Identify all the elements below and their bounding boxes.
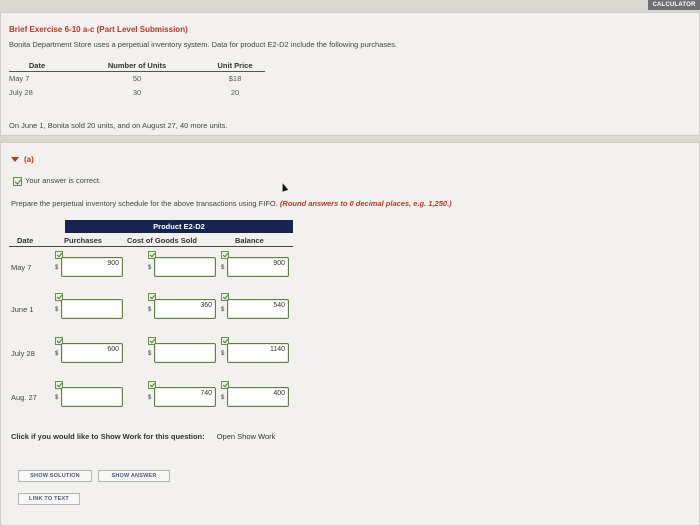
dollar-sign: $ <box>148 307 152 313</box>
dollar-sign: $ <box>55 351 59 357</box>
purchase-price: 20 <box>230 88 240 97</box>
dollar-sign: $ <box>148 351 152 357</box>
header-date: Date <box>17 236 34 245</box>
purchases-input[interactable]: 900 <box>61 257 123 277</box>
header-cogs: Cost of Goods Sold <box>127 236 197 245</box>
dollar-sign: $ <box>55 307 59 313</box>
balance-input[interactable]: 1140 <box>227 343 289 363</box>
part-toggle[interactable]: (a) <box>11 155 34 164</box>
inventory-schedule: Product E2-D2 Date Purchases Cost of Goo… <box>9 220 293 247</box>
col-units: Number of Units <box>107 61 167 70</box>
balance-cell: $ 400 <box>219 381 291 417</box>
balance-input[interactable]: 540 <box>227 299 289 319</box>
purchases-cell: $ 900 <box>53 251 125 287</box>
dollar-sign: $ <box>55 265 59 271</box>
answer-panel: (a) Your answer is correct. Prepare the … <box>0 142 700 526</box>
link-to-text-button[interactable]: LINK TO TEXT <box>18 493 80 505</box>
cogs-cell: $ <box>146 251 218 287</box>
row-date: May 7 <box>11 263 32 272</box>
table-row: Aug. 27 $ $ 740 $ 400 <box>1 381 291 417</box>
cogs-cell: $ 740 <box>146 381 218 417</box>
instruction: Prepare the perpetual inventory schedule… <box>11 199 452 208</box>
col-date: Date <box>28 61 46 70</box>
open-show-work-link[interactable]: Open Show Work <box>217 432 276 441</box>
purchases-cell: $ <box>53 381 125 417</box>
cogs-cell: $ 360 <box>146 293 218 329</box>
table-row: May 7 $ 900 $ $ 900 <box>1 251 291 287</box>
caret-down-icon <box>11 157 19 163</box>
purchases-table: Date Number of Units Unit Price May 7 50… <box>9 59 265 100</box>
row-date: June 1 <box>11 305 34 314</box>
dollar-sign: $ <box>55 395 59 401</box>
cogs-cell: $ <box>146 337 218 373</box>
product-title-bar: Product E2-D2 <box>65 220 293 233</box>
balance-input[interactable]: 900 <box>227 257 289 277</box>
cogs-input[interactable]: 360 <box>154 299 216 319</box>
schedule-header: Date Purchases Cost of Goods Sold Balanc… <box>9 233 293 247</box>
calculator-button[interactable]: CALCULATOR <box>648 0 700 10</box>
correct-message: Your answer is correct. <box>13 176 101 186</box>
table-row: July 28 30 20 <box>9 86 265 100</box>
show-work-row: Click if you would like to Show Work for… <box>11 432 275 441</box>
dollar-sign: $ <box>221 307 225 313</box>
purchase-units: 30 <box>132 88 142 97</box>
cogs-input[interactable] <box>154 343 216 363</box>
table-row: June 1 $ $ 360 $ 540 <box>1 293 291 329</box>
dollar-sign: $ <box>221 265 225 271</box>
sales-note: On June 1, Bonita sold 20 units, and on … <box>9 121 228 130</box>
balance-input[interactable]: 400 <box>227 387 289 407</box>
rounding-note: (Round answers to 0 decimal places, e.g.… <box>279 199 452 208</box>
cogs-input[interactable]: 740 <box>154 387 216 407</box>
table-row: July 28 $ 600 $ $ 1140 <box>1 337 291 373</box>
dollar-sign: $ <box>148 265 152 271</box>
purchases-input[interactable] <box>61 387 123 407</box>
balance-cell: $ 1140 <box>219 337 291 373</box>
problem-panel: Brief Exercise 6-10 a-c (Part Level Subm… <box>0 12 700 136</box>
show-work-prompt: Click if you would like to Show Work for… <box>11 432 205 441</box>
cogs-input[interactable] <box>154 257 216 277</box>
purchases-input[interactable] <box>61 299 123 319</box>
check-icon <box>13 176 22 186</box>
header-balance: Balance <box>235 236 264 245</box>
dollar-sign: $ <box>148 395 152 401</box>
correct-text: Your answer is correct. <box>25 176 102 185</box>
col-price: Unit Price <box>217 61 253 70</box>
dollar-sign: $ <box>221 351 225 357</box>
part-label: (a) <box>24 155 34 164</box>
show-answer-button[interactable]: SHOW ANSWER <box>98 470 170 482</box>
table-row: May 7 50 $18 <box>9 72 265 86</box>
exercise-description: Bonita Department Store uses a perpetual… <box>9 40 398 49</box>
purchase-date: July 28 <box>9 88 33 97</box>
exercise-title: Brief Exercise 6-10 a-c (Part Level Subm… <box>9 25 188 34</box>
purchases-cell: $ <box>53 293 125 329</box>
header-purchases: Purchases <box>64 236 102 245</box>
purchases-table-header: Date Number of Units Unit Price <box>9 59 265 72</box>
purchases-cell: $ 600 <box>53 337 125 373</box>
show-solution-button[interactable]: SHOW SOLUTION <box>18 470 92 482</box>
purchase-price: $18 <box>228 74 242 83</box>
balance-cell: $ 900 <box>219 251 291 287</box>
purchases-input[interactable]: 600 <box>61 343 123 363</box>
row-date: Aug. 27 <box>11 393 37 402</box>
dollar-sign: $ <box>221 395 225 401</box>
balance-cell: $ 540 <box>219 293 291 329</box>
purchase-units: 50 <box>132 74 142 83</box>
instruction-text: Prepare the perpetual inventory schedule… <box>11 199 278 208</box>
row-date: July 28 <box>11 349 35 358</box>
mouse-cursor-icon <box>279 182 289 192</box>
purchase-date: May 7 <box>9 74 30 83</box>
